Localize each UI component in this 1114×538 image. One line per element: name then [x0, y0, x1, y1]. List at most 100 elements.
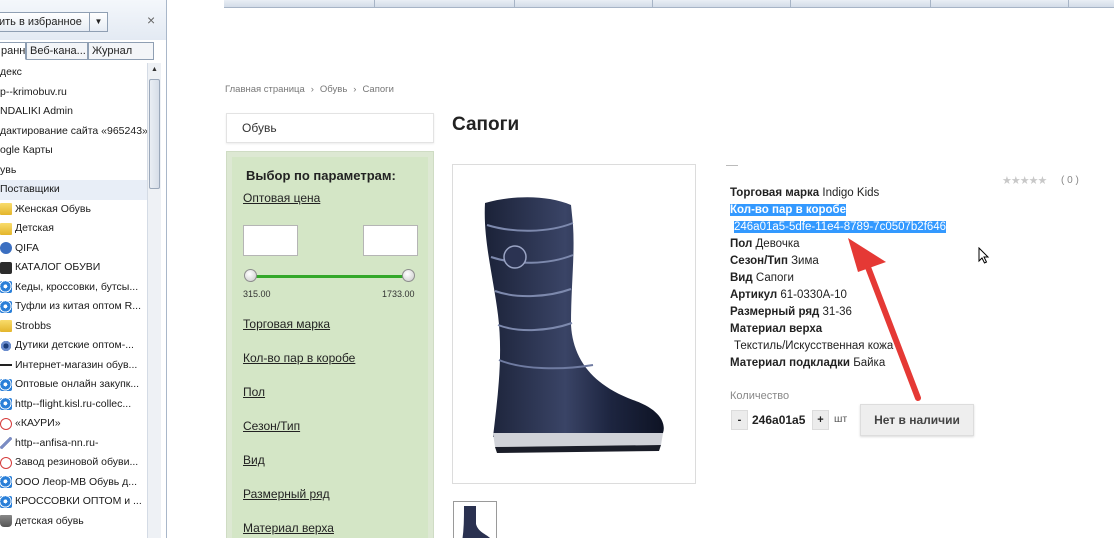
favorites-item-label: Детская: [15, 222, 54, 235]
favorites-item[interactable]: Интернет-магазин обув...: [0, 356, 147, 376]
product-thumbnail[interactable]: [453, 501, 497, 538]
favorites-item-label: Поставщики: [0, 183, 60, 196]
ie-page-icon: [0, 300, 12, 313]
prop-name: Артикул: [730, 289, 778, 301]
filter-pairs-per-box[interactable]: Кол-во пар в коробе: [243, 351, 355, 365]
quantity-input[interactable]: 246a01a5: [752, 410, 808, 430]
filter-price-label[interactable]: Оптовая цена: [243, 191, 320, 205]
ie-page-icon: [0, 476, 12, 489]
filter-gender[interactable]: Пол: [243, 385, 265, 399]
filter-brand[interactable]: Торговая марка: [243, 317, 330, 331]
favorites-item[interactable]: Оптовые онлайн закупк...: [0, 375, 147, 395]
favorites-item[interactable]: ООО Леор-МВ Обувь д...: [0, 473, 147, 493]
favorites-item[interactable]: Завод резиновой обуви...: [0, 453, 147, 473]
favorites-item-label: КРОССОВКИ ОПТОМ и ...: [15, 495, 142, 508]
add-favorites-dropdown-icon[interactable]: ▼: [90, 12, 108, 32]
prop-value-selected: 246a01a5-5dfe-11e4-8789-7c0507b2f646: [734, 221, 947, 233]
filter-season[interactable]: Сезон/Тип: [243, 419, 300, 433]
price-slider-track[interactable]: [250, 275, 410, 278]
favorites-item-label: дактирование сайта «965243»: [0, 124, 147, 137]
favorites-item[interactable]: КАТАЛОГ ОБУВИ: [0, 258, 147, 278]
prop-name: Сезон/Тип: [730, 255, 788, 267]
filter-upper-material[interactable]: Материал верха: [243, 521, 334, 535]
prop-value: Девочка: [755, 238, 800, 250]
favorites-item[interactable]: http--flight.kisl.ru-collec...: [0, 395, 147, 415]
quantity-unit: шт: [834, 413, 848, 425]
product-image-frame[interactable]: [452, 164, 696, 484]
filter-title: Выбор по параметрам:: [246, 168, 396, 183]
dash-icon: [0, 359, 12, 372]
favorites-item[interactable]: Детская: [0, 219, 147, 239]
filter-type[interactable]: Вид: [243, 453, 265, 467]
site-icon: [0, 261, 12, 274]
favorites-item[interactable]: p--krimobuv.ru: [0, 83, 147, 103]
tab-feeds[interactable]: Веб-кана...: [26, 42, 88, 60]
favorites-item-label: Женская Обувь: [15, 202, 91, 215]
red-circle-icon: [0, 417, 12, 430]
prop-pairs-per-box: Кол-во пар в коробе: [730, 202, 946, 219]
category-menu-item[interactable]: Обувь: [226, 113, 434, 143]
price-slider-min-handle[interactable]: [244, 269, 257, 282]
favorites-item[interactable]: ogle Карты: [0, 141, 147, 161]
tab-history[interactable]: Журнал: [88, 42, 154, 60]
favorites-item[interactable]: детская обувь: [0, 512, 147, 532]
favorites-item-label: Кеды, кроссовки, бутсы...: [15, 280, 139, 293]
breadcrumb-home[interactable]: Главная страница: [225, 84, 305, 95]
prop-name: Вид: [730, 272, 753, 284]
prop-value: 61-0330A-10: [780, 289, 847, 301]
favorites-item[interactable]: Strobbs: [0, 317, 147, 337]
favorites-item[interactable]: дактирование сайта «965243»: [0, 122, 147, 142]
prop-value: Indigo Kids: [822, 187, 880, 199]
favorites-item[interactable]: увь: [0, 161, 147, 181]
favorites-item[interactable]: Поставщики: [0, 180, 147, 200]
out-of-stock-button[interactable]: Нет в наличии: [860, 404, 974, 436]
favorites-item[interactable]: Кеды, кроссовки, бутсы...: [0, 278, 147, 298]
favorites-item-label: детская обувь: [15, 514, 84, 527]
prop-name: Материал верха: [730, 323, 823, 335]
favorites-item[interactable]: декс: [0, 63, 147, 83]
prop-value: Текстиль/Искусственная кожа: [734, 340, 894, 352]
tab-favorites[interactable]: ранное: [0, 42, 26, 60]
favorites-item-label: ogle Карты: [0, 144, 53, 157]
add-to-favorites-button[interactable]: ить в избранное: [0, 12, 90, 32]
mouse-cursor-icon: [978, 247, 990, 264]
filter-size-range[interactable]: Размерный ряд: [243, 487, 330, 501]
scroll-thumb[interactable]: [149, 79, 160, 189]
rating-stars-icon[interactable]: ★★★★★: [1002, 174, 1047, 187]
favorites-scrollbar[interactable]: ▲: [147, 63, 161, 538]
favorites-item-label: ООО Леор-МВ Обувь д...: [15, 475, 138, 488]
tab-divider: [790, 0, 791, 8]
ie-page-icon: [0, 398, 12, 411]
favorites-item[interactable]: http--anfisa-nn.ru-: [0, 434, 147, 454]
breadcrumb-boots: Сапоги: [362, 84, 394, 95]
favorites-list: декс p--krimobuv.ru NDALIKI Admin дактирова…: [0, 63, 147, 538]
favorites-item[interactable]: NDALIKI Admin: [0, 102, 147, 122]
favorites-tabs: ранное Веб-кана... Журнал: [0, 42, 166, 60]
favorites-item[interactable]: КРОССОВКИ ОПТОМ и ...: [0, 492, 147, 512]
folder-icon: [0, 320, 12, 333]
quantity-plus-button[interactable]: +: [812, 410, 829, 430]
rating-count: ( 0 ): [1061, 175, 1079, 186]
favorites-item-label: увь: [0, 163, 17, 176]
favorites-item[interactable]: Туфли из китая оптом R...: [0, 297, 147, 317]
quantity-minus-button[interactable]: -: [731, 410, 748, 430]
breadcrumb: Главная страница › Обувь › Сапоги: [225, 84, 394, 95]
prop-value: Зима: [791, 255, 819, 267]
product-properties: Торговая марка Indigo Kids Кол-во пар в …: [730, 185, 947, 372]
close-icon[interactable]: ×: [147, 12, 155, 28]
favorites-item[interactable]: «КАУРИ»: [0, 414, 147, 434]
favorites-item-label: NDALIKI Admin: [0, 105, 73, 118]
price-max-input[interactable]: [363, 225, 418, 256]
favorites-item-label: p--krimobuv.ru: [0, 85, 67, 98]
prop-brand: Торговая марка Indigo Kids: [730, 185, 946, 202]
favorites-item[interactable]: QIFA: [0, 239, 147, 259]
price-min-input[interactable]: [243, 225, 298, 256]
scroll-up-icon[interactable]: ▲: [151, 66, 158, 73]
breadcrumb-shoes[interactable]: Обувь: [320, 84, 347, 95]
folder-icon: [0, 222, 12, 235]
favorites-item[interactable]: Женская Обувь: [0, 200, 147, 220]
breadcrumb-separator: ›: [310, 84, 314, 95]
prop-name: Торговая марка: [730, 187, 820, 199]
favorites-item[interactable]: Дутики детские оптом-...: [0, 336, 147, 356]
price-slider-max-handle[interactable]: [402, 269, 415, 282]
